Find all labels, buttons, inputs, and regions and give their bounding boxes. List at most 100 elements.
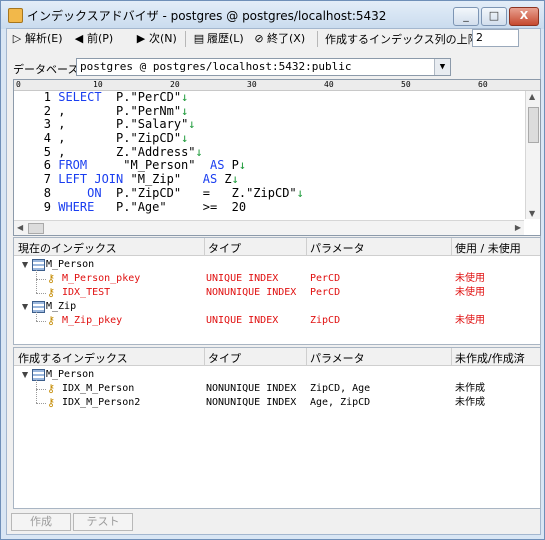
scroll-down-icon[interactable]: ▼ — [529, 209, 535, 218]
vertical-scrollbar[interactable]: ▲ ▼ — [525, 91, 540, 219]
scroll-right-icon[interactable]: ▶ — [515, 223, 521, 232]
sql-code[interactable]: 1 SELECT P."PerCD"↓ 2 , P."PerNm"↓ 3 , P."… — [14, 90, 524, 219]
tree-connector — [36, 270, 37, 293]
col-type[interactable]: タイプ — [208, 240, 241, 256]
code-line[interactable]: 1 SELECT P."PerCD"↓ — [14, 90, 524, 105]
col-current-index[interactable]: 現在のインデックス — [18, 240, 117, 256]
index-usage: 未使用 — [455, 315, 485, 326]
col-proposed-index[interactable]: 作成するインデックス — [18, 350, 128, 366]
code-line[interactable]: 2 , P."PerNm"↓ — [14, 103, 524, 119]
proposed-indexes-header: 作成するインデックス タイプ パラメータ 未作成/作成済 — [14, 348, 540, 366]
tree-table-row[interactable]: ▲ M_Person — [14, 368, 540, 382]
current-indexes-panel: 現在のインデックス タイプ パラメータ 使用 / 未使用 ▲ M_Person ⚷ M… — [13, 237, 541, 345]
exit-button[interactable]: ⊘ 終了(X) — [253, 30, 305, 48]
code-line[interactable]: 6 FROM "M_Person" AS P↓ — [14, 159, 524, 173]
col-usage[interactable]: 使用 / 未使用 — [455, 240, 521, 256]
table-name: M_Person — [46, 259, 95, 270]
index-row[interactable]: ⚷ IDX_M_Person2 NONUNIQUE INDEX Age, ZipCD 未… — [14, 396, 540, 410]
next-button[interactable]: ▶ 次(N) — [135, 30, 177, 48]
sql-editor[interactable]: 0 10 20 30 40 50 60 1 SELECT P."PerCD"↓ 2 , P."… — [13, 79, 541, 236]
scroll-up-icon[interactable]: ▲ — [529, 92, 535, 101]
create-button[interactable]: 作成 — [11, 513, 71, 531]
col-params[interactable]: パラメータ — [310, 350, 365, 366]
line-number: 5 — [43, 144, 51, 159]
code-line[interactable]: 7 LEFT JOIN "M_Zip" AS Z↓ — [14, 172, 524, 187]
sql-text: P."Salary" — [65, 117, 189, 132]
horizontal-scroll-thumb[interactable] — [28, 223, 44, 234]
sql-keyword: FROM — [58, 158, 88, 173]
sql-text: Z — [217, 172, 232, 187]
col-status[interactable]: 未作成/作成済 — [455, 350, 525, 366]
ruler-mark: 30 — [247, 80, 257, 89]
key-icon: ⚷ — [47, 286, 56, 299]
chevron-down-icon[interactable]: ▼ — [434, 59, 450, 75]
test-button[interactable]: テスト — [73, 513, 133, 531]
column-divider[interactable] — [451, 348, 452, 365]
collapse-toggle-icon[interactable]: ▲ — [22, 368, 28, 382]
index-status: 未作成 — [455, 383, 485, 394]
column-divider[interactable] — [306, 348, 307, 365]
index-usage: 未使用 — [455, 273, 485, 284]
newline-marker: ↓ — [296, 185, 304, 200]
line-number: 2 — [43, 103, 51, 118]
index-row[interactable]: ⚷ IDX_M_Person NONUNIQUE INDEX ZipCD, Age 未作… — [14, 382, 540, 396]
index-params: PerCD — [310, 287, 341, 298]
column-divider[interactable] — [306, 238, 307, 255]
line-number: 7 — [43, 172, 51, 187]
index-type: UNIQUE INDEX — [206, 273, 279, 284]
index-row[interactable]: ⚷ M_Zip_pkey UNIQUE INDEX ZipCD 未使用 — [14, 314, 540, 328]
newline-marker: ↓ — [188, 117, 196, 132]
minimize-button[interactable]: _ — [453, 7, 479, 26]
key-icon: ⚷ — [47, 314, 56, 327]
index-params: PerCD — [310, 273, 341, 284]
tree-connector — [36, 389, 46, 390]
collapse-toggle-icon[interactable]: ▲ — [22, 300, 28, 314]
analyze-button[interactable]: ▷ 解析(E) — [11, 30, 63, 48]
toolbar: ▷ 解析(E) ◀ 前(P) ▶ 次(N) ▤ 履歴(L) ⊘ 終了(X) 作成するインデ… — [7, 29, 540, 49]
sql-keyword: AS — [202, 172, 218, 187]
code-line[interactable]: 3 , P."Salary"↓ — [14, 118, 524, 132]
maximize-button[interactable]: □ — [481, 7, 507, 26]
scroll-left-icon[interactable]: ◀ — [17, 223, 23, 232]
close-button[interactable]: X — [509, 7, 539, 26]
index-row[interactable]: ⚷ M_Person_pkey UNIQUE INDEX PerCD 未使用 — [14, 272, 540, 286]
col-params[interactable]: パラメータ — [310, 240, 365, 256]
sql-text: P."PerNm" — [65, 103, 182, 118]
play-icon: ▷ — [12, 32, 22, 45]
sql-keyword: SELECT — [58, 90, 102, 104]
index-row[interactable]: ⚷ IDX_TEST NONUNIQUE INDEX PerCD 未使用 — [14, 286, 540, 300]
tree-table-row[interactable]: ▲ M_Person — [14, 258, 540, 272]
code-line[interactable]: 4 , P."ZipCD"↓ — [14, 131, 524, 146]
history-button[interactable]: ▤ 履歴(L) — [193, 30, 244, 48]
newline-marker: ↓ — [181, 103, 189, 118]
database-select[interactable]: postgres @ postgres/localhost:5432:publi… — [76, 58, 451, 76]
line-number: 8 — [43, 185, 51, 200]
code-line[interactable]: 8 ON P."ZipCD" = Z."ZipCD"↓ — [14, 185, 524, 201]
client-area: ▷ 解析(E) ◀ 前(P) ▶ 次(N) ▤ 履歴(L) ⊘ 終了(X) 作成するインデ… — [6, 28, 541, 535]
index-type: NONUNIQUE INDEX — [206, 397, 297, 408]
code-line[interactable]: 5 , Z."Address"↓ — [14, 144, 524, 160]
line-number: 1 — [43, 90, 51, 104]
column-divider[interactable] — [451, 238, 452, 255]
column-divider[interactable] — [204, 238, 205, 255]
col-type[interactable]: タイプ — [208, 350, 241, 366]
index-name: M_Zip_pkey — [62, 315, 123, 326]
sql-keyword: AS — [209, 158, 225, 173]
line-number: 9 — [43, 199, 51, 214]
history-label: 履歴(L) — [207, 32, 244, 45]
prev-button[interactable]: ◀ 前(P) — [73, 30, 113, 48]
line-number: 6 — [43, 158, 51, 173]
proposed-indexes-panel: 作成するインデックス タイプ パラメータ 未作成/作成済 ▲ M_Person ⚷ I… — [13, 347, 541, 509]
tree-connector — [36, 321, 46, 322]
index-limit-input[interactable]: 2 — [472, 29, 519, 47]
app-icon — [8, 8, 23, 23]
newline-marker: ↓ — [231, 172, 239, 187]
tree-table-row[interactable]: ▲ M_Zip — [14, 300, 540, 314]
index-name: IDX_TEST — [62, 287, 111, 298]
collapse-toggle-icon[interactable]: ▲ — [22, 258, 28, 272]
sql-keyword: WHERE — [58, 199, 95, 214]
code-line[interactable]: 9 WHERE P."Age" >= 20 — [14, 199, 524, 215]
horizontal-scrollbar[interactable]: ◀ ▶ — [14, 220, 524, 235]
vertical-scroll-thumb[interactable] — [528, 107, 539, 143]
column-divider[interactable] — [204, 348, 205, 365]
